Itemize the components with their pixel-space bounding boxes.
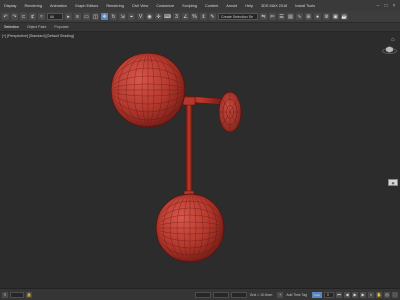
- upper-sphere-mesh: [110, 52, 186, 128]
- angle-snap-icon[interactable]: ∠: [182, 13, 189, 20]
- maximize-viewport-icon[interactable]: ⛶: [392, 291, 398, 298]
- lower-sphere-mesh: [155, 193, 225, 263]
- percent-snap-icon[interactable]: %: [191, 13, 198, 20]
- x-coordinate-field[interactable]: [194, 291, 211, 298]
- ribbon: Selection Object Paint Populate: [0, 23, 400, 32]
- frame-field[interactable]: 0: [324, 291, 334, 298]
- menu-item-civil-view[interactable]: Civil View: [128, 4, 152, 8]
- schematic-view-icon[interactable]: ⊞: [305, 13, 312, 20]
- render-setup-icon[interactable]: ⚙: [323, 13, 330, 20]
- select-object-icon[interactable]: ▸: [65, 13, 72, 20]
- main-toolbar: ↶ ↷ ⊂ ⊄ ≈ All ▸ ≡ ▭ ◫ ✥ ↻ ⇲ ⌖ V ◉ ✣ ⌨ 3 …: [0, 11, 400, 23]
- tab-object-paint[interactable]: Object Paint: [27, 25, 47, 29]
- play-icon[interactable]: ▶: [352, 291, 358, 298]
- menu-item-rendering-1[interactable]: Rendering: [20, 4, 46, 8]
- orbit-icon[interactable]: ◎: [384, 291, 390, 298]
- render-production-icon[interactable]: ☕: [341, 13, 348, 20]
- window-crossing-icon[interactable]: ◫: [92, 13, 99, 20]
- select-manipulate-icon[interactable]: ✣: [155, 13, 162, 20]
- redo-icon[interactable]: ↷: [11, 13, 18, 20]
- status-bar: ≡ 🔒 Grid = 10.0mm + Add Time Tag Auto 0 …: [0, 288, 400, 300]
- unlink-icon[interactable]: ⊄: [29, 13, 36, 20]
- toggle-layer-explorer-icon[interactable]: ▤: [287, 13, 294, 20]
- maxscript-listener-icon[interactable]: ≡: [2, 291, 8, 298]
- toggle-scene-explorer-icon[interactable]: ☰: [278, 13, 285, 20]
- menu-item-scripting[interactable]: Scripting: [178, 4, 201, 8]
- go-to-start-icon[interactable]: ⏮: [336, 291, 342, 298]
- link-icon[interactable]: ⊂: [20, 13, 27, 20]
- rendered-frame-window-icon[interactable]: ▣: [332, 13, 339, 20]
- move-icon[interactable]: ✥: [101, 13, 108, 20]
- scale-icon[interactable]: ⇲: [119, 13, 126, 20]
- select-by-name-icon[interactable]: ≡: [74, 13, 81, 20]
- maximize-icon[interactable]: □: [383, 3, 389, 9]
- y-coordinate-field[interactable]: [212, 291, 229, 298]
- reference-coord-icon[interactable]: V: [137, 13, 144, 20]
- curve-editor-icon[interactable]: ∿: [296, 13, 303, 20]
- mirror-icon[interactable]: ⇋: [260, 13, 267, 20]
- menu-item-rendering-2[interactable]: Rendering: [102, 4, 128, 8]
- rotate-icon[interactable]: ↻: [110, 13, 117, 20]
- z-coordinate-field[interactable]: [230, 291, 247, 298]
- menu-item-display[interactable]: Display: [0, 4, 20, 8]
- pan-icon[interactable]: ✋: [376, 291, 382, 298]
- keyboard-shortcut-icon[interactable]: ⌨: [164, 13, 171, 20]
- dumbbell-mesh-model: [110, 52, 242, 263]
- selection-filter-dropdown[interactable]: All: [47, 13, 63, 20]
- previous-frame-icon[interactable]: ◀: [344, 291, 350, 298]
- tab-populate[interactable]: Populate: [54, 25, 68, 29]
- menu-item-3dsmax[interactable]: 3DS MAX 2018: [257, 4, 291, 8]
- maxscript-mini-listener[interactable]: [10, 291, 24, 298]
- add-time-tag-label[interactable]: Add Time Tag: [283, 293, 310, 297]
- tab-selection[interactable]: Selection: [4, 25, 19, 29]
- viewport-layout-button[interactable]: ▦: [388, 179, 398, 186]
- menu-item-customize[interactable]: Customize: [152, 4, 178, 8]
- menu-item-help[interactable]: Help: [241, 4, 257, 8]
- bind-spacewarp-icon[interactable]: ≈: [38, 13, 45, 20]
- pivot-center-icon[interactable]: ◉: [146, 13, 153, 20]
- grid-size-label: Grid = 10.0mm: [249, 292, 273, 297]
- disc-mesh: [218, 91, 242, 133]
- minimize-icon[interactable]: –: [375, 3, 381, 9]
- menu-item-arnold[interactable]: Arnold: [222, 4, 241, 8]
- align-icon[interactable]: ⊨: [269, 13, 276, 20]
- named-selection-dropdown[interactable]: Create Selection Se: [218, 13, 258, 20]
- selection-lock-icon[interactable]: 🔒: [26, 291, 32, 298]
- next-frame-icon[interactable]: ▶: [360, 291, 366, 298]
- window-controls: – □ ×: [375, 3, 400, 9]
- menu-item-content[interactable]: Content: [201, 4, 222, 8]
- zoom-icon[interactable]: ⌕: [368, 291, 374, 298]
- menu-bar: Display Rendering Animation Graph Editor…: [0, 0, 400, 11]
- region-select-icon[interactable]: ▭: [83, 13, 90, 20]
- edit-named-selection-icon[interactable]: ✎: [209, 13, 216, 20]
- place-icon[interactable]: ⌖: [128, 13, 135, 20]
- material-editor-icon[interactable]: ●: [314, 13, 321, 20]
- spinner-snap-icon[interactable]: ⇕: [200, 13, 207, 20]
- perspective-viewport[interactable]: [+] [Perspective] [Standard] [Default Sh…: [0, 33, 400, 288]
- menu-item-animation[interactable]: Animation: [46, 4, 71, 8]
- snaps-toggle-icon[interactable]: 3: [173, 13, 180, 20]
- close-icon[interactable]: ×: [391, 3, 397, 9]
- menu-item-graph-editors[interactable]: Graph Editors: [71, 4, 102, 8]
- undo-icon[interactable]: ↶: [2, 13, 9, 20]
- menu-item-install-tools[interactable]: Install Tools: [291, 4, 319, 8]
- auto-key-button[interactable]: Auto: [312, 291, 322, 298]
